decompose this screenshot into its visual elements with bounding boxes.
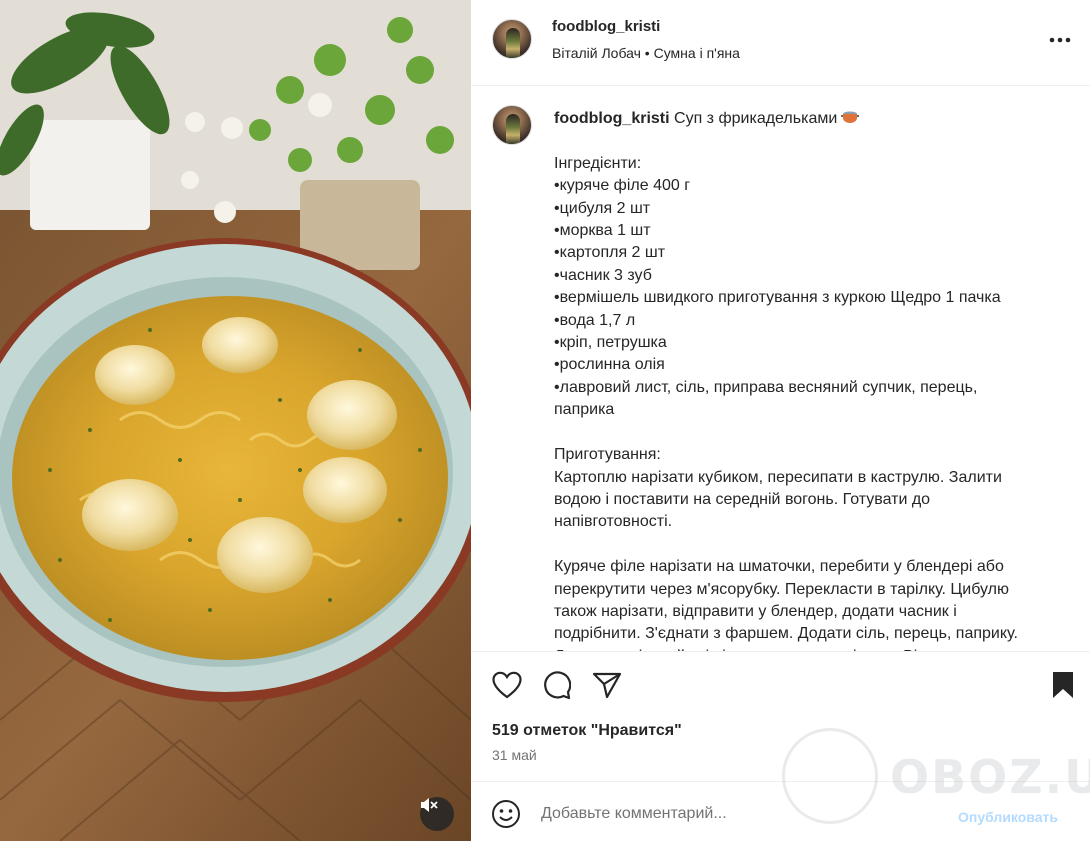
comment-bubble-icon[interactable] [540,669,572,701]
soup-photo [0,0,471,841]
post-media-video[interactable] [0,0,471,841]
post-caption: foodblog_kristi Суп з фрикадельками Інгр… [554,108,1064,651]
post-date[interactable]: 31 май [492,747,537,763]
publish-button[interactable]: Опубликовать [958,809,1058,825]
comment-input[interactable] [541,803,941,825]
caption-author-avatar[interactable] [492,105,532,145]
caption-scroll-area[interactable]: foodblog_kristi Суп з фрикадельками Інгр… [471,86,1090,652]
author-avatar[interactable] [492,19,532,59]
heart-icon[interactable] [491,669,523,701]
more-options-icon[interactable] [1048,28,1072,52]
author-username[interactable]: foodblog_kristi [552,18,660,35]
cooking-pot-emoji-icon [841,109,860,123]
caption-title: Суп з фрикадельками [674,110,838,127]
paper-plane-icon[interactable] [591,669,623,701]
post-actions-bar [471,663,1090,707]
bookmark-icon[interactable] [1047,669,1079,701]
smiley-face-icon[interactable] [491,799,521,829]
mute-button[interactable] [420,797,454,831]
caption-author-username[interactable]: foodblog_kristi [554,110,670,127]
post-details-panel: foodblog_kristi Віталій Лобач • Сумна і … [471,0,1090,841]
audio-track-link[interactable]: Віталій Лобач • Сумна і п'яна [552,45,740,61]
likes-count[interactable]: 519 отметок "Нравится" [492,722,682,740]
add-comment-bar: Опубликовать [471,781,1090,841]
caption-body: Інгредієнти: •куряче філе 400 г •цибуля … [554,154,1018,651]
post-header: foodblog_kristi Віталій Лобач • Сумна і … [471,0,1090,86]
